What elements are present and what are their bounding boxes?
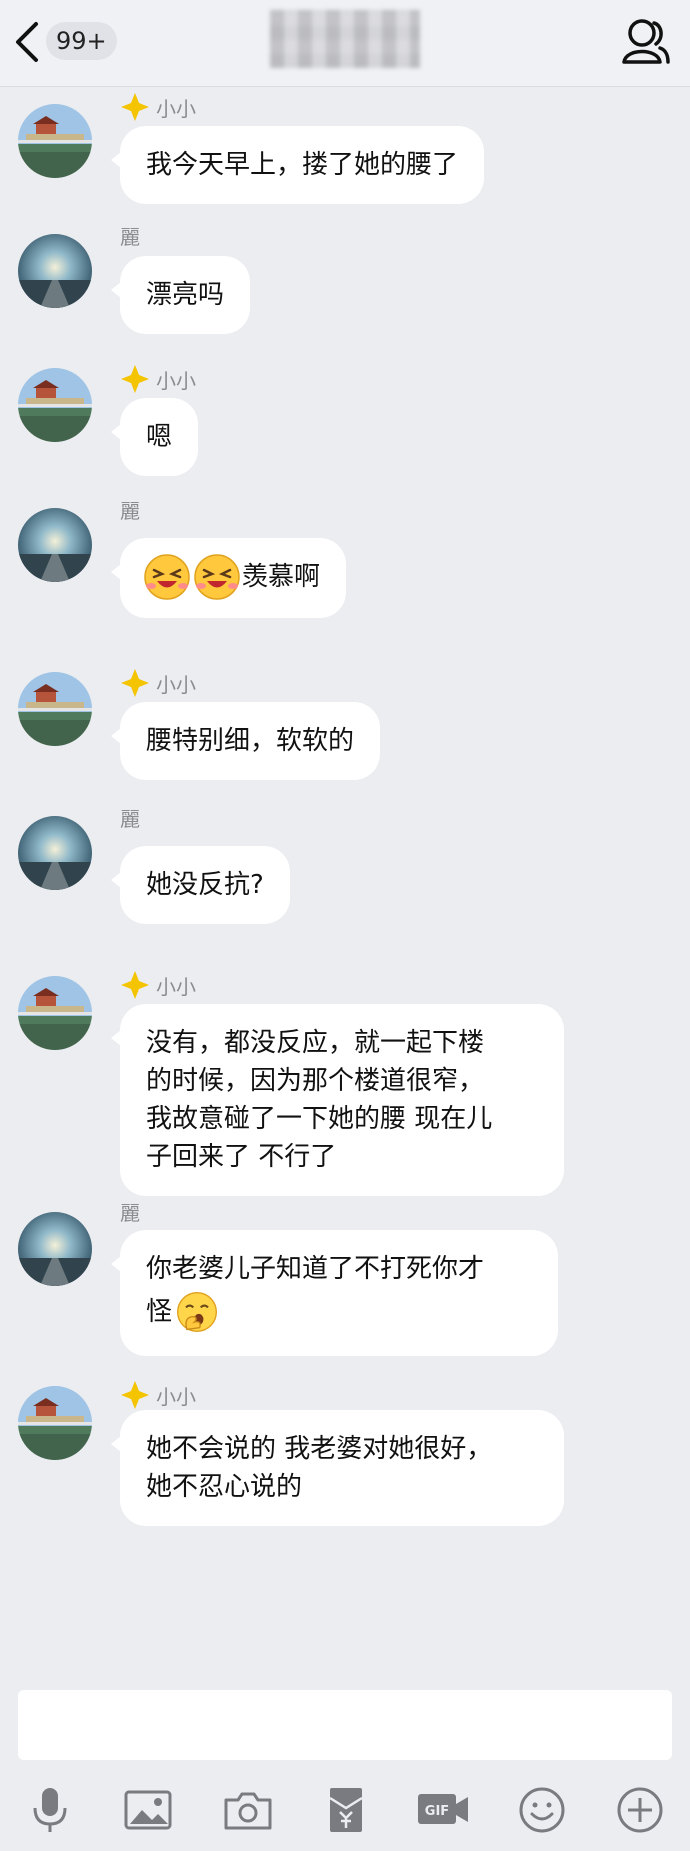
back-button[interactable] (8, 18, 48, 66)
sender-name: 小小 (120, 970, 196, 1000)
badge-star-icon (121, 669, 149, 697)
avatar-xiaoxiao[interactable] (18, 368, 92, 442)
badge-star-icon (121, 93, 149, 121)
message-bubble[interactable]: 我今天早上，搂了她的腰了 (110, 126, 485, 204)
avatar-xiaoxiao[interactable] (18, 976, 92, 1050)
more-button[interactable] (614, 1784, 666, 1836)
chat-header: 99+ (0, 0, 690, 87)
chevron-left-icon (16, 22, 38, 62)
red-packet-button[interactable] (320, 1784, 372, 1836)
avatar-li[interactable] (18, 234, 92, 308)
svg-text:GIF: GIF (425, 1804, 449, 1819)
message-bubble[interactable]: 腰特别细，软软的 (110, 702, 381, 780)
laughing-crying-emoji-icon (144, 554, 190, 600)
message-bubble[interactable]: 嗯 (110, 398, 199, 476)
voice-button[interactable] (24, 1784, 76, 1836)
message-bubble[interactable]: 她没反抗? (111, 846, 290, 924)
blurred-chat-title (270, 10, 420, 68)
message-bubble[interactable]: 她不会说的 我老婆对她很好， 她不忍心说的 (111, 1410, 564, 1526)
gif-button[interactable]: GIF (416, 1784, 472, 1836)
camera-button[interactable] (222, 1784, 274, 1836)
badge-star-icon (121, 365, 149, 393)
person-icon (622, 19, 670, 64)
plus-icon (617, 1787, 663, 1833)
unread-count-badge[interactable]: 99+ (46, 22, 117, 60)
emoji-button[interactable] (516, 1784, 568, 1836)
microphone-icon (33, 1788, 67, 1832)
message-bubble[interactable]: 没有，都没反应，就一起下楼 的时候，因为那个楼道很窄， 我故意碰了一下她的腰 现… (111, 1004, 564, 1196)
badge-star-icon (121, 1381, 149, 1409)
yawn-emoji-icon (177, 1291, 218, 1333)
avatar-li[interactable] (18, 1212, 92, 1286)
message-bubble[interactable]: 漂亮吗 (110, 256, 251, 334)
sender-name: 麗 (120, 806, 140, 831)
gif-icon: GIF (418, 1794, 468, 1824)
laughing-crying-emoji-icon (194, 554, 240, 600)
sender-name: 麗 (120, 224, 140, 249)
avatar-li[interactable] (18, 508, 92, 582)
emoji-icon (519, 1787, 565, 1833)
sender-name: 麗 (120, 1200, 140, 1225)
badge-star-icon (121, 971, 149, 999)
avatar-xiaoxiao[interactable] (18, 672, 92, 746)
sender-name: 小小 (120, 1380, 196, 1410)
message-input[interactable] (18, 1690, 672, 1760)
sender-name: 小小 (120, 92, 196, 122)
avatar-xiaoxiao[interactable] (18, 1386, 92, 1460)
avatar-xiaoxiao[interactable] (18, 104, 92, 178)
image-icon (124, 1790, 172, 1830)
sender-name: 麗 (120, 498, 140, 523)
message-bubble[interactable]: 羡慕啊 (110, 538, 347, 618)
avatar-li[interactable] (18, 816, 92, 890)
red-packet-icon (329, 1788, 363, 1832)
input-toolbar: GIF (0, 1766, 690, 1851)
sender-name: 小小 (120, 364, 196, 394)
profile-button[interactable] (620, 16, 670, 68)
sender-name: 小小 (120, 668, 196, 698)
message-bubble[interactable]: 你老婆儿子知道了不打死你才 怪 (111, 1230, 558, 1356)
camera-icon (224, 1792, 272, 1830)
image-button[interactable] (122, 1784, 174, 1836)
